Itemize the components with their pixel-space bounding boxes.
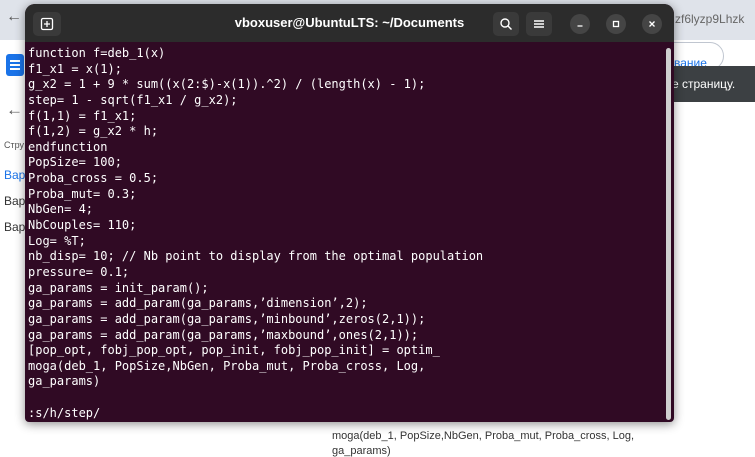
bottom-text-line-1: moga(deb_1, PopSize,NbGen, Proba_mut, Pr… (332, 430, 635, 442)
code-line: ga_params = init_param(); (28, 280, 209, 295)
code-line: moga(deb_1, PopSize,NbGen, Proba_mut, Pr… (28, 358, 426, 373)
menu-button[interactable] (526, 12, 552, 36)
minimize-icon (577, 25, 583, 27)
terminal-titlebar[interactable]: vboxuser@UbuntuLTS: ~/Documents (25, 4, 674, 42)
code-line: function f=deb_1(x) (28, 46, 166, 60)
code-line: ga_params = add_param(ga_params,’minboun… (28, 311, 426, 326)
code-line: g_x2 = 1 + 9 * sum((x(2:$)-x(1)).^2) / (… (28, 77, 426, 92)
new-tab-button[interactable] (33, 12, 61, 36)
code-line: endfunction (28, 139, 108, 154)
code-line: f(1,2) = g_x2 * h; (28, 124, 159, 139)
tooltip: е страницу. (664, 66, 755, 102)
code-line: ga_params = add_param(ga_params,’maxboun… (28, 327, 419, 342)
scrollbar-thumb[interactable] (666, 48, 671, 420)
code-line: PopSize= 100; (28, 155, 122, 170)
terminal-text-area[interactable]: function f=deb_1(x) f1_x1 = x(1); g_x2 = 1… (25, 42, 663, 422)
code-line: step= 1 - sqrt(f1_x1 / g_x2); (28, 92, 238, 107)
back-arrow-icon[interactable]: ← (6, 100, 23, 120)
vim-command-line: :s/h/step/ (28, 405, 101, 420)
sidebar-item-variant-3[interactable]: Вар (4, 220, 25, 234)
browser-url-fragment[interactable]: zf6lyzp9Lhzk (675, 12, 744, 26)
close-icon (649, 21, 655, 27)
hamburger-menu-icon (534, 20, 544, 28)
code-line: ga_params = add_param(ga_params,’dimensi… (28, 296, 368, 311)
terminal-scrollbar[interactable] (663, 42, 674, 422)
sidebar-item-variant-1[interactable]: Вар (4, 168, 25, 182)
code-line: nb_disp= 10; // Nb point to display from… (28, 249, 484, 264)
code-line: ga_params) (28, 374, 101, 389)
close-button[interactable] (642, 14, 662, 34)
code-line: [pop_opt, fobj_pop_opt, pop_init, fobj_p… (28, 343, 440, 358)
code-line: Proba_mut= 0.3; (28, 186, 137, 201)
code-line: Log= %T; (28, 233, 86, 248)
code-line: NbCouples= 110; (28, 218, 137, 233)
search-button[interactable] (493, 12, 519, 36)
sidebar-item-variant-2[interactable]: Вар (4, 194, 25, 208)
new-tab-icon (40, 17, 54, 31)
code-line: pressure= 0.1; (28, 264, 130, 279)
browser-back-arrow-icon[interactable]: ← (6, 8, 22, 26)
sidebar-label-structure: Стру (4, 140, 25, 150)
code-line: f(1,1) = f1_x1; (28, 108, 137, 123)
search-icon (500, 18, 512, 30)
maximize-icon (612, 20, 620, 28)
bottom-text-line-2: ga_params) (332, 445, 391, 457)
code-line: f1_x1 = x(1); (28, 61, 122, 76)
code-line: NbGen= 4; (28, 202, 94, 217)
docs-icon[interactable] (6, 54, 24, 76)
minimize-button[interactable] (570, 14, 590, 34)
code-line: Proba_cross = 0.5; (28, 171, 159, 186)
terminal-window[interactable]: vboxuser@UbuntuLTS: ~/Documents function… (25, 4, 674, 422)
maximize-button[interactable] (606, 14, 626, 34)
